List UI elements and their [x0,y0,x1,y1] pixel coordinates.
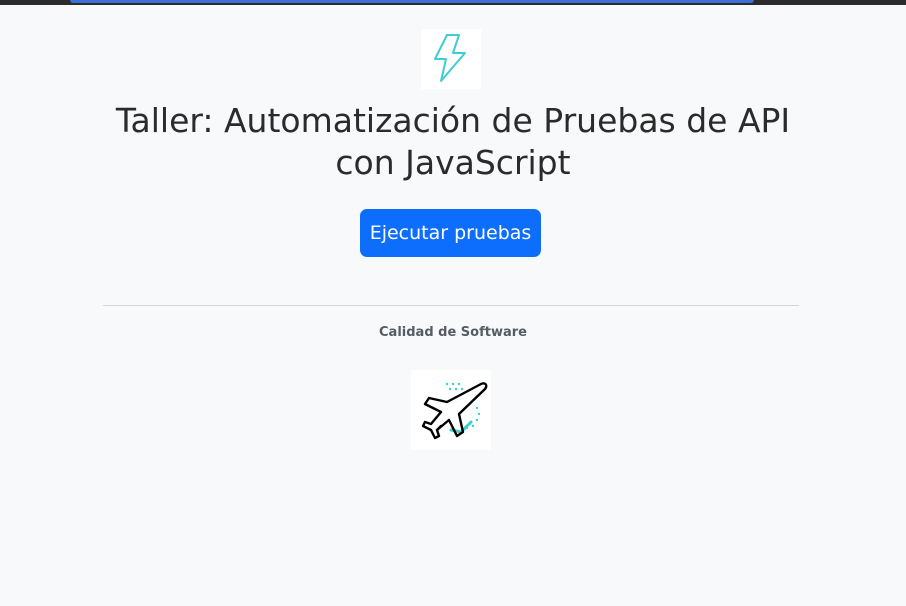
run-tests-button[interactable]: Ejecutar pruebas [360,209,541,257]
logo [421,29,481,89]
footer-text: Calidad de Software [379,325,527,340]
airplane-icon [421,382,488,440]
footer-image [411,370,491,450]
lightning-bolt-icon [434,34,466,82]
browser-top-bar [0,0,906,5]
divider [103,305,799,306]
page-title: Taller: Automatización de Pruebas de API… [115,101,791,182]
browser-tab-highlight [70,0,754,3]
